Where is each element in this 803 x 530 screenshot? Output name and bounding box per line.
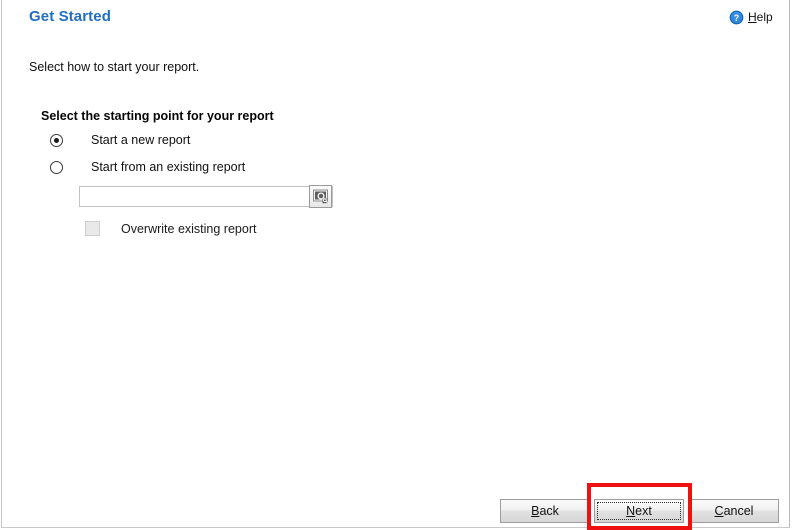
browse-existing-report-button[interactable] xyxy=(309,185,332,208)
svg-text:?: ? xyxy=(734,12,739,22)
help-accel-letter: H xyxy=(748,10,757,24)
radio-option-start-from-existing-report[interactable]: Start from an existing report xyxy=(50,160,245,174)
overwrite-existing-report-label: Overwrite existing report xyxy=(121,221,257,236)
help-label-rest: elp xyxy=(756,10,773,24)
back-button-accel: B xyxy=(531,504,540,518)
page-title: Get Started xyxy=(29,8,111,25)
back-button-label-rest: ack xyxy=(539,504,559,518)
starting-point-group-label: Select the starting point for your repor… xyxy=(41,109,274,123)
browse-search-icon xyxy=(312,188,329,205)
existing-report-path-input[interactable] xyxy=(79,186,333,207)
overwrite-existing-report-row[interactable]: Overwrite existing report xyxy=(85,221,256,236)
next-button-accel: N xyxy=(626,504,636,518)
window-border-left xyxy=(1,0,2,528)
back-button[interactable]: Back xyxy=(500,499,590,523)
next-button-label-rest: ext xyxy=(635,504,652,518)
help-link[interactable]: ? Help xyxy=(729,8,773,26)
radio-indicator-start-from-existing-report[interactable] xyxy=(50,160,63,174)
cancel-button[interactable]: Cancel xyxy=(689,499,779,523)
help-link-label: Help xyxy=(748,10,773,24)
radio-label-start-from-existing-report: Start from an existing report xyxy=(91,160,246,174)
intro-text: Select how to start your report. xyxy=(29,60,200,74)
radio-indicator-start-new-report[interactable] xyxy=(50,133,63,147)
help-circle-icon: ? xyxy=(729,10,744,25)
overwrite-existing-report-checkbox[interactable] xyxy=(85,221,100,236)
get-started-wizard-window: Get Started ? Help Select how to start y… xyxy=(0,0,803,530)
radio-option-start-new-report[interactable]: Start a new report xyxy=(50,133,190,147)
radio-label-start-new-report: Start a new report xyxy=(91,133,191,147)
cancel-button-label-rest: ancel xyxy=(723,504,754,518)
window-border-bottom xyxy=(1,527,790,528)
window-border-right xyxy=(789,0,790,528)
existing-report-picker xyxy=(79,185,333,208)
cancel-button-accel: C xyxy=(714,504,724,518)
next-button[interactable]: Next xyxy=(594,499,684,523)
